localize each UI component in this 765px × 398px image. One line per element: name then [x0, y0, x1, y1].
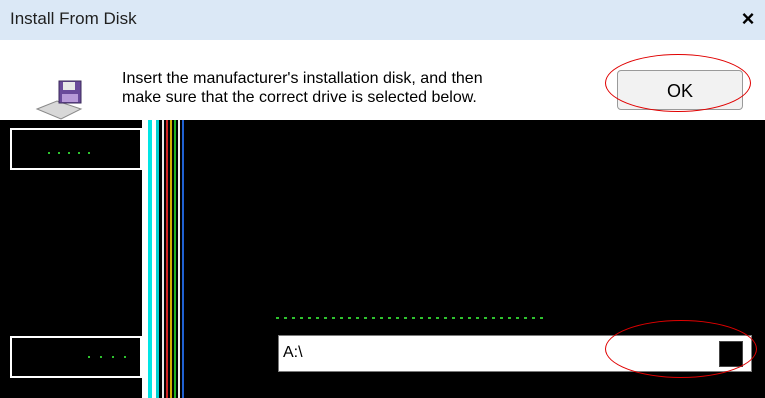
dropdown-annotation-circle: [605, 320, 757, 378]
glitch-dots-3: [88, 356, 128, 358]
floppy-disk-icon: [35, 80, 83, 120]
glitch-stripe-6: [166, 120, 168, 398]
glitch-dots-2: [276, 317, 546, 319]
instruction-text: Insert the manufacturer's installation d…: [122, 69, 572, 107]
glitch-stripe-4: [156, 120, 159, 398]
title-bar: Install From Disk ×: [0, 0, 765, 40]
glitch-dots-1: [48, 152, 98, 154]
window-title: Install From Disk: [10, 9, 137, 28]
glitch-stripe-10: [182, 120, 184, 398]
instruction-line-1: Insert the manufacturer's installation d…: [122, 70, 483, 87]
glitch-box-top: [10, 128, 142, 170]
instruction-line-2: make sure that the correct drive is sele…: [122, 89, 477, 106]
glitch-stripe-9: [178, 120, 180, 398]
glitch-stripe-7: [170, 120, 172, 398]
copy-from-value[interactable]: A:\: [283, 344, 303, 362]
glitch-stripe-5: [162, 120, 164, 398]
close-button[interactable]: ×: [737, 8, 759, 30]
ok-annotation-circle: [605, 54, 751, 112]
glitch-stripe-8: [174, 120, 176, 398]
